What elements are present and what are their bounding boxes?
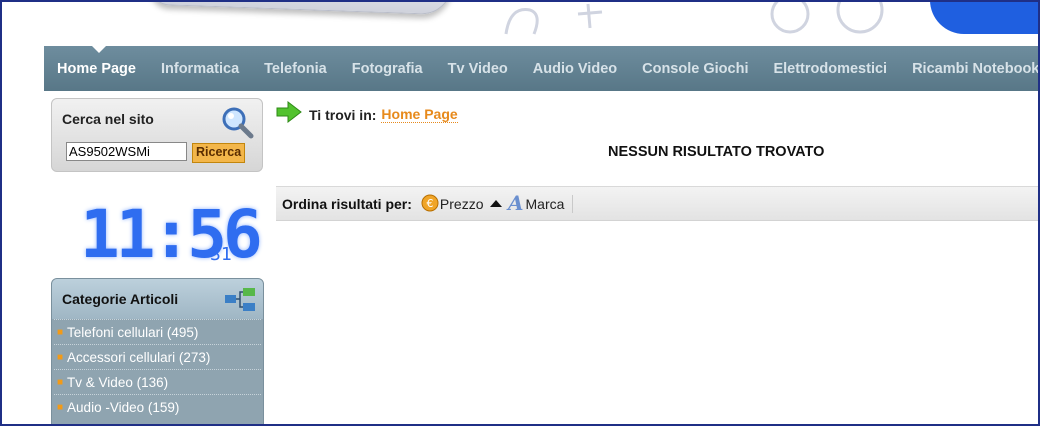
active-indicator [92,46,106,53]
banner-blue-shape [930,0,1040,34]
category-label: Tv & Video (136) [67,374,169,390]
bullet-icon: ■ [57,401,64,413]
sort-brand-label: Marca [525,195,565,212]
nav-home[interactable]: Home Page [44,61,148,77]
svg-text:€: € [426,197,433,210]
sort-ascending-icon[interactable] [489,200,502,207]
banner-decoration [504,0,884,35]
nav-informatica[interactable]: Informatica [148,61,251,77]
breadcrumb: Ti trovi in: Home Page [276,100,458,128]
search-input[interactable] [66,142,187,161]
bullet-icon: ■ [57,351,64,363]
sitemap-icon [223,287,257,318]
categories-panel: Categorie Articoli ■ Telefoni cellulari (… [51,278,264,426]
header-banner [0,0,1040,46]
euro-coin-icon: € [420,192,440,215]
bullet-icon: ■ [57,376,64,388]
magnifier-icon [220,105,254,144]
sort-brand-option[interactable]: A Marca [506,191,565,216]
site-search-box: Cerca nel sito Ricerca [51,98,263,172]
sort-divider [572,194,574,213]
sort-bar: Ordina risultati per: € Prezzo A Marca [276,186,1040,221]
search-button[interactable]: Ricerca [192,143,246,163]
bullet-icon: ■ [57,326,64,338]
nav-tv-video[interactable]: Tv Video [435,61,520,77]
breadcrumb-home-link[interactable]: Home Page [381,106,458,123]
main-nav: Home Page Informatica Telefonia Fotograf… [44,46,1040,91]
category-item[interactable]: ■ Telefoni cellulari (495) [54,319,261,344]
banner-device-graphic [149,0,453,16]
category-item[interactable]: ■ Audio -Video (159) [54,394,261,419]
nav-telefonia[interactable]: Telefonia [252,61,340,77]
no-results-message: NESSUN RISULTATO TROVATO [608,144,825,160]
nav-elettrodomestici[interactable]: Elettrodomestici [761,61,900,77]
category-label: Telefoni cellulari (495) [67,324,199,340]
category-label: Audio -Video (159) [67,399,180,415]
nav-ricambi-notebook[interactable]: Ricambi Notebook [900,61,1040,77]
nav-fotografia[interactable]: Fotografia [339,61,435,77]
clock-seconds: 31 [210,244,232,265]
category-item[interactable]: ■ Accessori cellulari (273) [54,344,261,369]
svg-text:A: A [506,191,524,213]
categories-list: ■ Telefoni cellulari (495) ■ Accessori cel… [52,319,263,419]
categories-header: Categorie Articoli [52,279,263,319]
nav-console-giochi[interactable]: Console Giochi [630,61,761,77]
digital-clock: 11:56 31 [80,200,263,270]
letter-a-icon: A [506,191,526,216]
clock-time: 11:56 [80,196,263,273]
sort-price-option[interactable]: € Prezzo [420,192,484,215]
category-item[interactable]: ■ Tv & Video (136) [54,369,261,394]
nav-audio-video[interactable]: Audio Video [520,61,629,77]
sort-price-label: Prezzo [439,195,484,212]
categories-title: Categorie Articoli [62,291,179,307]
breadcrumb-label: Ti trovi in: [309,106,377,123]
search-title: Cerca nel sito [62,111,154,127]
green-arrow-icon [276,100,302,128]
category-label: Accessori cellulari (273) [67,349,211,365]
sort-label: Ordina risultati per: [282,195,412,212]
